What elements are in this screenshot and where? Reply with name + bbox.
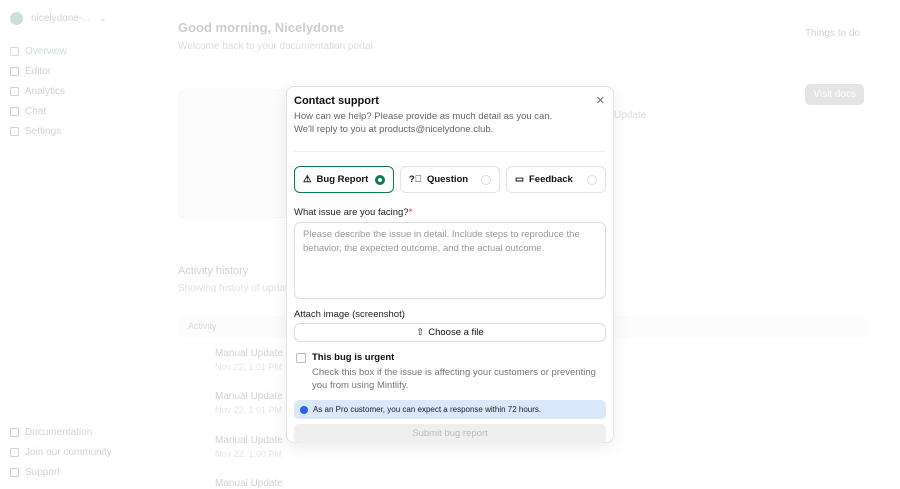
dialog-email: We'll reply to you at products@nicelydon… <box>294 124 494 135</box>
required-mark: * <box>408 207 413 218</box>
contact-support-dialog: Contact support ✕ How can we help? Pleas… <box>286 86 614 443</box>
option-bug-report[interactable]: ⚠ Bug Report <box>294 166 394 193</box>
sidebar: nicelydone-... ⌄ Overview Editor Analytic… <box>0 0 140 484</box>
divider <box>294 151 606 152</box>
choose-file-button[interactable]: ⇧ Choose a file <box>294 323 606 342</box>
activity-title: Activity history <box>178 265 249 277</box>
issue-label: What issue are you facing?* <box>294 207 606 218</box>
nav-label: Chat <box>25 105 47 117</box>
activity-subtitle: Showing history of updates <box>178 283 299 294</box>
main-content: Good morning, Nicelydone Welcome back to… <box>178 0 900 489</box>
option-label: Question <box>426 174 469 185</box>
urgent-desc: Check this box if the issue is affecting… <box>312 367 596 391</box>
dialog-desc: How can we help? Please provide as much … <box>294 111 553 122</box>
nav-label: Overview <box>25 45 67 57</box>
home-icon <box>10 46 19 56</box>
warning-icon: ⚠ <box>303 174 312 185</box>
nav-label: Analytics <box>25 85 66 97</box>
chart-icon <box>10 86 19 96</box>
book-icon <box>10 427 19 437</box>
nav-label: Support <box>25 466 61 478</box>
submit-button[interactable]: Submit bug report <box>294 424 606 443</box>
urgent-checkbox[interactable] <box>296 353 306 363</box>
update-text: Update <box>614 110 647 121</box>
urgent-title: This bug is urgent <box>312 352 395 363</box>
row-date: Nov 22, 1:00 PM <box>215 449 283 459</box>
radio[interactable] <box>587 174 597 185</box>
sidebar-item-editor[interactable]: Editor <box>10 61 129 81</box>
sidebar-item-chat[interactable]: Chat <box>10 101 129 121</box>
info-banner: As an Pro customer, you can expect a res… <box>294 400 606 419</box>
support-icon <box>10 467 19 477</box>
upload-icon: ⇧ <box>416 327 425 338</box>
sidebar-item-overview[interactable]: Overview <box>10 41 129 61</box>
nav-label: Documentation <box>25 426 93 438</box>
page-title: Good morning, Nicelydone <box>178 20 345 35</box>
logo-icon <box>10 12 23 25</box>
radio[interactable] <box>481 174 491 185</box>
sidebar-community[interactable]: Join our community <box>10 442 112 462</box>
org-name: nicelydone-... <box>31 13 91 24</box>
org-switcher[interactable]: nicelydone-... ⌄ <box>10 12 129 25</box>
discord-icon <box>10 447 19 457</box>
attach-label: Attach image (screenshot) <box>294 309 405 320</box>
chat-icon <box>10 106 19 116</box>
info-icon <box>300 405 308 414</box>
nav-label: Editor <box>25 65 52 77</box>
nav-label: Join our community <box>25 446 112 458</box>
radio[interactable] <box>375 174 385 185</box>
option-label: Bug Report <box>316 174 369 185</box>
sidebar-documentation[interactable]: Documentation <box>10 422 112 442</box>
issue-label-text: What issue are you facing? <box>294 207 409 218</box>
gear-icon <box>10 126 19 136</box>
chevron-down-icon: ⌄ <box>98 13 107 24</box>
question-icon: ?⃝ <box>409 174 422 185</box>
sidebar-support[interactable]: Support <box>10 462 112 482</box>
feedback-icon: ▭ <box>515 174 524 185</box>
option-label: Feedback <box>528 174 573 185</box>
option-question[interactable]: ?⃝ Question <box>400 166 500 193</box>
option-feedback[interactable]: ▭ Feedback <box>506 166 606 193</box>
sidebar-item-settings[interactable]: Settings <box>10 121 129 141</box>
page-subtitle: Welcome back to your documentation porta… <box>178 41 373 52</box>
visit-docs-button[interactable]: Visit docs <box>805 84 864 105</box>
dialog-title: Contact support <box>294 95 379 107</box>
info-text: As an Pro customer, you can expect a res… <box>313 405 542 414</box>
things-to-do-button[interactable]: Things to do <box>805 28 860 39</box>
issue-textarea[interactable] <box>294 222 606 299</box>
close-icon[interactable]: ✕ <box>596 94 605 107</box>
choose-file-label: Choose a file <box>428 327 484 338</box>
nav-label: Settings <box>25 125 62 137</box>
edit-icon <box>10 66 19 76</box>
sidebar-item-analytics[interactable]: Analytics <box>10 81 129 101</box>
